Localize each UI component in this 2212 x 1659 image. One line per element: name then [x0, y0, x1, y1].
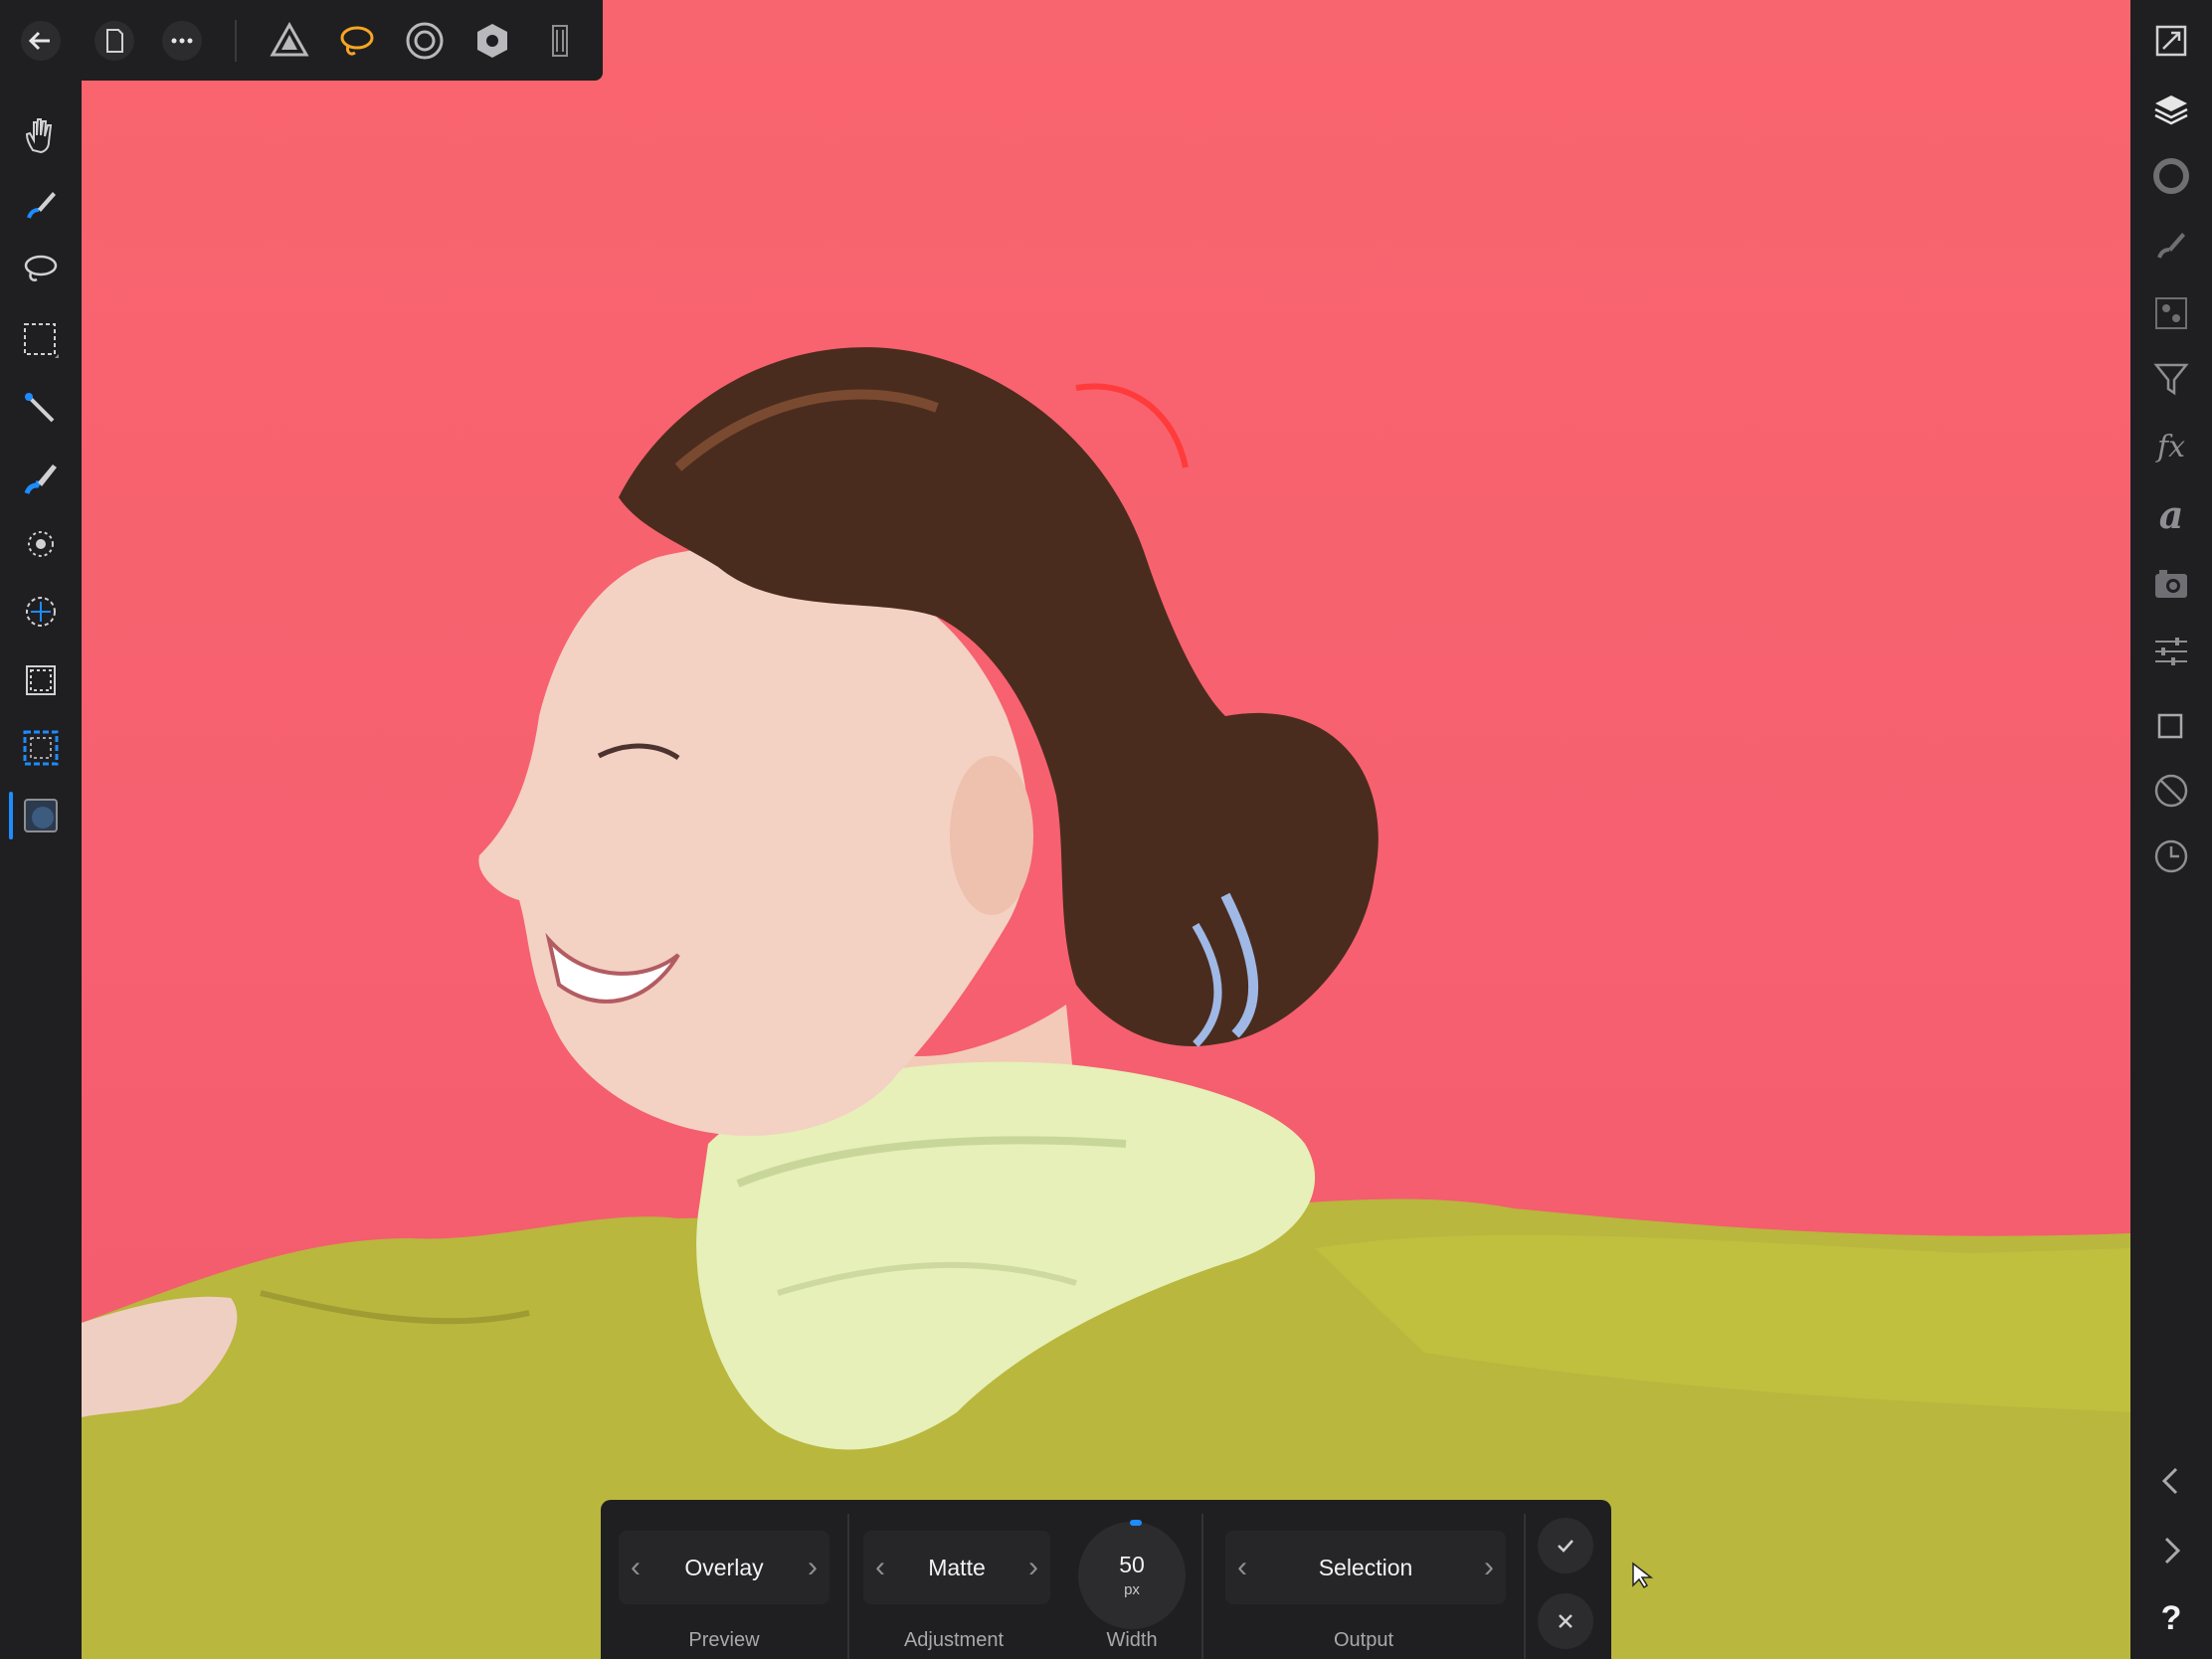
adjustments-icon[interactable] — [2146, 627, 2196, 676]
dodge-burn-icon[interactable] — [11, 514, 71, 574]
adjustment-selector[interactable]: ‹ Matte › — [863, 1531, 1050, 1604]
output-value: Selection — [1318, 1554, 1413, 1580]
paint-brush-icon[interactable] — [11, 448, 71, 507]
marquee-selected-icon[interactable] — [11, 718, 71, 778]
output-cell: ‹ Selection › Output — [1203, 1500, 1524, 1659]
checkmark-icon — [1558, 1540, 1573, 1553]
cancel-button[interactable] — [1538, 1593, 1593, 1649]
brushes-icon[interactable] — [2146, 219, 2196, 269]
right-toolbar: fx a ? — [2130, 0, 2212, 1659]
width-value: 50 — [1119, 1552, 1145, 1577]
chevron-right-icon[interactable]: › — [1472, 1531, 1506, 1604]
clone-brush-icon[interactable] — [11, 582, 71, 642]
history-icon[interactable] — [2146, 831, 2196, 881]
channels-icon[interactable] — [2146, 288, 2196, 338]
color-icon[interactable] — [2146, 151, 2196, 201]
dial-knob[interactable] — [1130, 1520, 1142, 1526]
develop-persona-icon[interactable] — [400, 16, 450, 66]
output-selector[interactable]: ‹ Selection › — [1225, 1531, 1506, 1604]
photo-persona-icon[interactable] — [265, 16, 314, 66]
width-dial[interactable]: 50 px — [1078, 1520, 1186, 1629]
help-icon[interactable]: ? — [2146, 1593, 2196, 1643]
chevron-right-icon[interactable]: › — [796, 1531, 830, 1604]
fullscreen-icon[interactable] — [2146, 16, 2196, 66]
chevron-left-icon[interactable] — [2146, 1456, 2196, 1506]
adjustment-caption: Adjustment — [903, 1629, 1005, 1651]
toolbar-separator — [235, 20, 237, 62]
refine-selection-icon[interactable] — [9, 786, 71, 845]
face — [478, 546, 1029, 1136]
pointer-cursor-icon — [1632, 1562, 1654, 1589]
output-caption: Output — [1333, 1629, 1394, 1651]
width-caption: Width — [1106, 1629, 1158, 1651]
freehand-selection-icon[interactable] — [11, 239, 71, 298]
square-icon[interactable] — [2146, 702, 2196, 752]
fx-label: fx — [2156, 429, 2186, 464]
chevron-left-icon[interactable]: ‹ — [863, 1531, 897, 1604]
adjustment-cell: ‹ Matte › Adjustment — [849, 1500, 1058, 1659]
canvas-photo[interactable] — [82, 0, 2130, 1659]
layers-icon[interactable] — [2146, 85, 2196, 134]
filters-icon[interactable] — [2146, 354, 2196, 404]
preview-selector[interactable]: ‹ Overlay › — [619, 1531, 830, 1604]
preview-value: Overlay — [684, 1554, 764, 1580]
more-icon[interactable] — [157, 16, 207, 66]
preview-cell: ‹ Overlay › Preview — [601, 1500, 847, 1659]
chevron-right-icon[interactable]: › — [1016, 1531, 1050, 1604]
back-arrow-icon[interactable] — [16, 16, 66, 66]
flood-select-icon[interactable] — [11, 379, 71, 439]
chevron-left-icon[interactable]: ‹ — [619, 1531, 652, 1604]
left-toolbar — [0, 0, 82, 1659]
adjustment-value: Matte — [928, 1554, 986, 1580]
export-persona-icon[interactable] — [535, 16, 585, 66]
width-unit: px — [1124, 1581, 1140, 1598]
divider — [1524, 1514, 1526, 1659]
fx-icon[interactable]: fx — [2146, 422, 2196, 471]
apply-button[interactable] — [1538, 1518, 1593, 1573]
tone-mapping-persona-icon[interactable] — [467, 16, 517, 66]
preview-caption: Preview — [688, 1629, 760, 1651]
top-toolbar — [0, 0, 603, 81]
crop-tool-icon[interactable] — [11, 650, 71, 710]
document-icon[interactable] — [90, 16, 139, 66]
selection-brush-icon[interactable] — [11, 174, 71, 234]
text-styles-icon[interactable]: a — [2146, 489, 2196, 539]
no-entry-icon[interactable] — [2146, 766, 2196, 816]
text-styles-label: a — [2158, 491, 2184, 537]
liquify-persona-icon[interactable] — [332, 16, 382, 66]
chevron-left-icon[interactable]: ‹ — [1225, 1531, 1259, 1604]
camera-icon[interactable] — [2146, 559, 2196, 609]
close-icon — [1559, 1614, 1572, 1628]
help-label: ? — [2160, 1598, 2182, 1637]
rectangular-marquee-icon[interactable] — [11, 310, 71, 370]
refine-selection-panel: ‹ Overlay › Preview ‹ Matte › Adjustment… — [601, 1500, 1611, 1659]
photo-subject — [82, 347, 2130, 1659]
view-tool-hand-icon[interactable] — [11, 106, 71, 166]
chevron-right-icon[interactable] — [2146, 1526, 2196, 1575]
